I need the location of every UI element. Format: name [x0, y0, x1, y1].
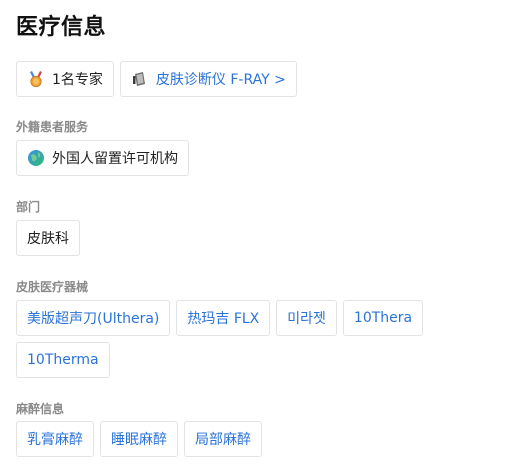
- anesthesia-label: 麻醉信息: [16, 402, 65, 416]
- anesthesia-label-local: 局部麻醉: [195, 432, 251, 448]
- device-chip[interactable]: 皮肤诊断仪 F-RAY >: [119, 61, 297, 97]
- globe-icon: [27, 149, 45, 167]
- department-value: 皮肤科: [27, 231, 69, 247]
- department-label: 部门: [16, 200, 41, 214]
- equipment-chip-10therma[interactable]: 10Therma: [16, 342, 110, 378]
- medal-icon: [27, 70, 45, 88]
- equipment-label: 皮肤医疗器械: [16, 280, 89, 294]
- experts-chip[interactable]: 1名专家: [16, 61, 114, 97]
- anesthesia-chip-sleep[interactable]: 睡眠麻醉: [100, 421, 178, 457]
- equipment-label-thermage: 热玛吉 FLX: [187, 311, 260, 327]
- anesthesia-row: 乳膏麻醉 睡眠麻醉 局部麻醉: [16, 421, 516, 457]
- foreign-service-row: 外国人留置许可机构: [16, 140, 516, 176]
- page-title: 医疗信息: [16, 15, 107, 40]
- equipment-chip-thermage[interactable]: 热玛吉 FLX: [176, 300, 271, 336]
- equipment-row: 美版超声刀(Ulthera) 热玛吉 FLX 미라젯 10Thera 10The…: [16, 300, 516, 378]
- top-chips-row: 1名专家 皮肤诊断仪 F-RAY >: [16, 61, 516, 97]
- experts-label: 1名专家: [52, 72, 103, 88]
- foreign-service-label: 外籍患者服务: [16, 120, 89, 134]
- department-row: 皮肤科: [16, 220, 516, 256]
- foreign-permit-label: 外国人留置许可机构: [52, 151, 178, 167]
- equipment-label-10thera: 10Thera: [353, 310, 413, 326]
- foreign-permit-chip[interactable]: 外国人留置许可机构: [16, 140, 189, 176]
- anesthesia-label-sleep: 睡眠麻醉: [111, 432, 167, 448]
- equipment-chip-ulthera[interactable]: 美版超声刀(Ulthera): [16, 300, 171, 336]
- department-chip[interactable]: 皮肤科: [16, 220, 80, 256]
- device-icon: [131, 70, 149, 88]
- anesthesia-label-cream: 乳膏麻醉: [27, 432, 83, 448]
- equipment-chip-mirajet[interactable]: 미라젯: [276, 300, 337, 336]
- equipment-chip-10thera[interactable]: 10Thera: [342, 300, 424, 336]
- anesthesia-chip-cream[interactable]: 乳膏麻醉: [16, 421, 94, 457]
- equipment-label-mirajet: 미라젯: [287, 311, 326, 327]
- anesthesia-chip-local[interactable]: 局部麻醉: [184, 421, 262, 457]
- device-label: 皮肤诊断仪 F-RAY >: [155, 72, 286, 88]
- equipment-label-10therma: 10Therma: [27, 352, 99, 368]
- equipment-label-ulthera: 美版超声刀(Ulthera): [27, 311, 160, 327]
